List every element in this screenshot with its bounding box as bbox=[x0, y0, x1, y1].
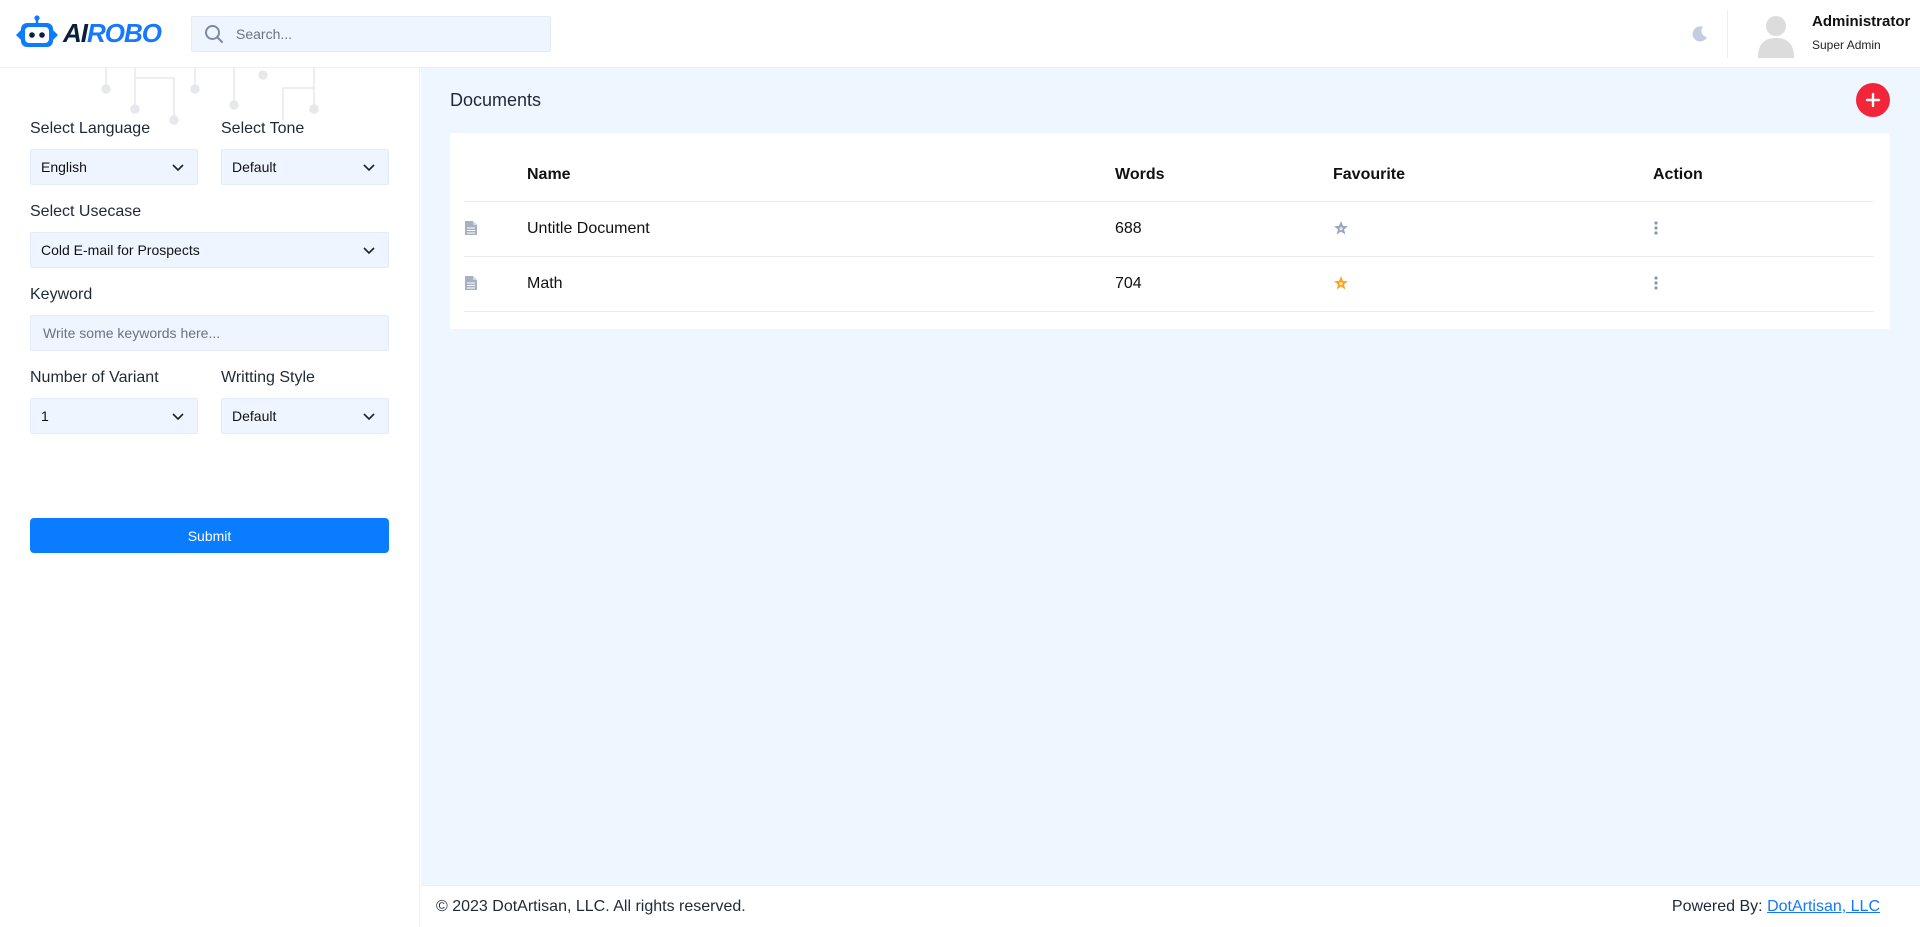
table-row[interactable]: Untitle Document 688 bbox=[464, 202, 1874, 257]
brand-name: AIROBO bbox=[63, 17, 162, 48]
powered-by: Powered By: DotArtisan, LLC bbox=[1672, 898, 1880, 916]
column-header-words[interactable]: Words bbox=[1115, 166, 1164, 184]
document-icon bbox=[464, 275, 478, 296]
document-words: 688 bbox=[1115, 220, 1142, 237]
more-vertical-icon[interactable] bbox=[1653, 220, 1659, 241]
tone-value: Default bbox=[232, 159, 277, 175]
tone-select[interactable]: Default bbox=[221, 149, 389, 185]
document-icon bbox=[464, 220, 478, 241]
powered-by-label: Powered By: bbox=[1671, 898, 1763, 915]
robot-icon bbox=[16, 15, 58, 47]
brand-logo[interactable]: AIROBO bbox=[14, 14, 162, 52]
column-header-favourite[interactable]: Favourite bbox=[1333, 166, 1405, 184]
usecase-select[interactable]: Cold E-mail for Prospects bbox=[30, 232, 389, 268]
chevron-down-icon bbox=[172, 413, 184, 421]
chevron-down-icon bbox=[363, 413, 375, 421]
user-role: Super Admin bbox=[1812, 38, 1881, 52]
language-label: Select Language bbox=[30, 120, 151, 137]
generator-sidebar: Select Language English Select Tone Defa… bbox=[0, 68, 420, 927]
column-header-name[interactable]: Name bbox=[527, 166, 571, 184]
moon-icon[interactable] bbox=[1690, 24, 1710, 44]
variant-value: 1 bbox=[41, 408, 49, 424]
chevron-down-icon bbox=[363, 247, 375, 255]
company-link[interactable]: DotArtisan, LLC bbox=[1767, 898, 1880, 915]
search-icon[interactable] bbox=[192, 16, 236, 52]
documents-table: Name Words Favourite Action Untitle Docu… bbox=[450, 133, 1890, 329]
search-input[interactable] bbox=[236, 26, 536, 42]
table-row[interactable]: Math 704 bbox=[464, 257, 1874, 312]
star-icon[interactable] bbox=[1333, 220, 1349, 241]
tone-label: Select Tone bbox=[221, 120, 305, 137]
document-words: 704 bbox=[1115, 275, 1142, 292]
style-label: Writting Style bbox=[221, 369, 315, 386]
user-name[interactable]: Administrator bbox=[1812, 13, 1910, 30]
usecase-value: Cold E-mail for Prospects bbox=[41, 242, 200, 258]
document-name[interactable]: Untitle Document bbox=[527, 220, 650, 238]
add-document-button[interactable] bbox=[1856, 83, 1890, 117]
documents-panel: Documents Name Words Favourite Action Un… bbox=[421, 68, 1920, 885]
search-bar bbox=[191, 16, 551, 52]
language-select[interactable]: English bbox=[30, 149, 198, 185]
document-name[interactable]: Math bbox=[527, 275, 563, 293]
chevron-down-icon bbox=[363, 164, 375, 172]
page-title: Documents bbox=[450, 90, 542, 110]
variant-select[interactable]: 1 bbox=[30, 398, 198, 434]
top-header: AIROBO Administrator Super Admin bbox=[0, 0, 1920, 68]
usecase-label: Select Usecase bbox=[30, 203, 142, 220]
style-value: Default bbox=[232, 408, 277, 424]
table-header-row: Name Words Favourite Action bbox=[464, 133, 1874, 202]
more-vertical-icon[interactable] bbox=[1653, 275, 1659, 296]
style-select[interactable]: Default bbox=[221, 398, 389, 434]
keyword-label: Keyword bbox=[30, 286, 93, 303]
star-icon[interactable] bbox=[1333, 275, 1349, 296]
plus-icon bbox=[1865, 92, 1881, 108]
variant-label: Number of Variant bbox=[30, 369, 159, 386]
chevron-down-icon bbox=[172, 164, 184, 172]
language-value: English bbox=[41, 159, 87, 175]
copyright-text: © 2023 DotArtisan, LLC. All rights reser… bbox=[436, 898, 746, 915]
header-divider bbox=[1727, 10, 1728, 58]
keyword-input[interactable] bbox=[30, 315, 389, 351]
column-header-action[interactable]: Action bbox=[1653, 166, 1703, 184]
page-footer: © 2023 DotArtisan, LLC. All rights reser… bbox=[421, 885, 1920, 927]
user-avatar-icon[interactable] bbox=[1752, 10, 1800, 58]
submit-button[interactable]: Submit bbox=[30, 518, 389, 553]
